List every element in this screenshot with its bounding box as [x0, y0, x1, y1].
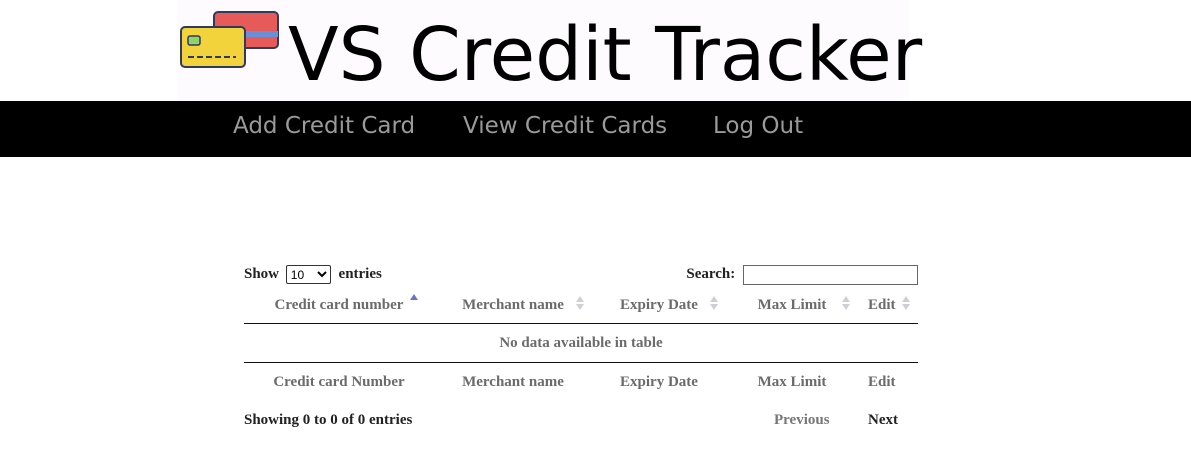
sort-both-icon: [710, 296, 720, 314]
header-label: Edit: [868, 296, 896, 313]
nav-log-out[interactable]: Log Out: [713, 111, 803, 141]
header-label: Credit card number: [274, 296, 404, 313]
entries-label: entries: [338, 266, 382, 282]
site-header: VS Credit Tracker: [0, 0, 1191, 101]
header-label: Merchant name: [462, 296, 564, 313]
search-control: Search:: [686, 264, 918, 285]
sort-both-icon: [842, 296, 852, 314]
table-header-row: Credit card number Merchant name Expiry …: [244, 287, 918, 324]
header-merchant-name[interactable]: Merchant name: [434, 287, 592, 324]
site-title: VS Credit Tracker: [288, 12, 923, 98]
next-button[interactable]: Next: [868, 410, 898, 430]
nav-add-credit-card[interactable]: Add Credit Card: [233, 111, 415, 141]
empty-table-message: No data available in table: [499, 334, 663, 351]
search-label: Search:: [686, 266, 736, 282]
footer-merchant-name: Merchant name: [434, 362, 592, 401]
table-footer-row: Credit card Number Merchant name Expiry …: [244, 362, 918, 401]
main-nav: Add Credit Card View Credit Cards Log Ou…: [0, 101, 1191, 157]
search-input[interactable]: [743, 264, 918, 285]
show-label: Show: [244, 266, 280, 282]
previous-button[interactable]: Previous: [774, 410, 830, 430]
entries-length-select[interactable]: 10: [285, 265, 331, 285]
credit-cards-icon: [180, 11, 279, 68]
length-control: Show 10 entries: [244, 264, 382, 285]
header-credit-card-number[interactable]: Credit card number: [244, 287, 434, 324]
footer-edit: Edit: [858, 362, 918, 401]
sort-both-icon: [576, 296, 586, 314]
footer-expiry-date: Expiry Date: [592, 362, 726, 401]
credit-cards-table: Credit card number Merchant name Expiry …: [244, 287, 918, 401]
footer-max-limit: Max Limit: [726, 362, 858, 401]
header-edit[interactable]: Edit: [858, 287, 918, 324]
sort-both-icon: [902, 296, 912, 314]
header-label: Expiry Date: [620, 296, 698, 313]
header-max-limit[interactable]: Max Limit: [726, 287, 858, 324]
table-controls: Show 10 entries Search:: [244, 264, 918, 286]
header-label: Max Limit: [757, 296, 827, 313]
sort-ascending-icon: [410, 294, 420, 312]
table-info: Showing 0 to 0 of 0 entries: [244, 412, 413, 428]
footer-credit-card-number: Credit card Number: [244, 362, 434, 401]
nav-view-credit-cards[interactable]: View Credit Cards: [463, 111, 667, 141]
header-expiry-date[interactable]: Expiry Date: [592, 287, 726, 324]
table-row: No data available in table: [244, 324, 918, 363]
